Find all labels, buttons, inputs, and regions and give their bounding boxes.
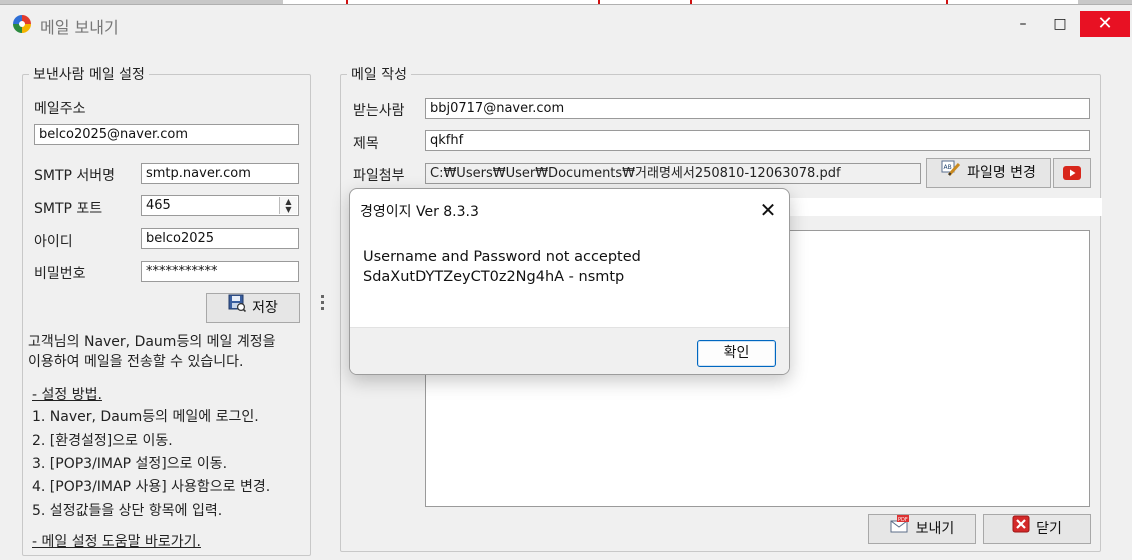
setup-method-heading: - 설정 방법.	[32, 387, 102, 403]
dialog-footer: 확인	[350, 327, 789, 374]
info-step: 4. [POP3/IMAP 사용] 사용함으로 변경.	[32, 479, 271, 495]
rename-file-button[interactable]: AB 파일명 변경	[926, 158, 1051, 188]
id-field[interactable]: belco2025	[141, 228, 299, 249]
smtp-port-value: 465	[146, 198, 171, 213]
sender-settings-legend: 보낸사람 메일 설정	[33, 67, 145, 83]
compose-legend: 메일 작성	[351, 67, 407, 83]
subject-label: 제목	[353, 136, 379, 152]
close-button[interactable]: 닫기	[983, 514, 1091, 544]
send-label: 보내기	[915, 521, 955, 537]
error-dialog: 경영이지 Ver 8.3.3 ✕ Username and Password n…	[349, 188, 790, 375]
dialog-message: Username and Password not accepted SdaXu…	[363, 247, 641, 287]
window-close-button[interactable]: ✕	[1080, 11, 1130, 37]
save-disk-icon	[228, 294, 247, 322]
pdf-mail-icon: PDF	[890, 515, 910, 543]
id-label: 아이디	[34, 234, 73, 250]
maximize-button[interactable]: □	[1048, 14, 1072, 34]
info-step: 5. 설정값들을 상단 항목에 입력.	[32, 503, 223, 519]
password-label: 비밀번호	[34, 266, 86, 282]
smtp-port-label: SMTP 포트	[34, 201, 103, 217]
app-logo-icon	[13, 15, 31, 33]
minimize-button[interactable]: –	[1011, 14, 1035, 34]
mail-help-link[interactable]: - 메일 설정 도움말 바로가기.	[32, 531, 201, 551]
save-label: 저장	[252, 300, 278, 316]
smtp-port-stepper[interactable]: 465 ▲ ▼	[141, 195, 299, 216]
close-red-icon	[1012, 515, 1030, 543]
window-title: 메일 보내기	[40, 18, 119, 37]
rename-file-label: 파일명 변경	[967, 165, 1036, 181]
dialog-message-line: SdaXutDYTZeyCT0z2Ng4hA - nsmtp	[363, 269, 625, 285]
attachment-list-strip	[790, 198, 1102, 216]
play-icon	[1062, 165, 1082, 185]
dialog-title: 경영이지 Ver 8.3.3	[360, 204, 479, 220]
email-label: 메일주소	[34, 101, 86, 117]
to-field[interactable]: bbj0717@naver.com	[425, 98, 1090, 119]
save-button[interactable]: 저장	[206, 293, 300, 323]
subject-field[interactable]: qkfhf	[425, 130, 1090, 151]
preview-button[interactable]	[1053, 158, 1091, 188]
info-step: 1. Naver, Daum등의 메일에 로그인.	[32, 409, 259, 425]
to-label: 받는사람	[353, 103, 405, 119]
mail-send-window: 메일 보내기 – □ ✕ 보낸사람 메일 설정 메일주소 belco2025@n…	[0, 4, 1132, 560]
dialog-close-button[interactable]: ✕	[756, 198, 780, 222]
svg-text:AB: AB	[944, 164, 952, 171]
dialog-message-line: Username and Password not accepted	[363, 249, 641, 265]
info-line: 이용하여 메일을 전송할 수 있습니다.	[28, 354, 244, 370]
smtp-server-label: SMTP 서버명	[34, 168, 116, 184]
ok-button[interactable]: 확인	[697, 340, 776, 367]
attach-path-field: C:₩Users₩User₩Documents₩거래명세서250810-1206…	[425, 163, 921, 184]
attach-label: 파일첨부	[353, 168, 405, 184]
smtp-server-field[interactable]: smtp.naver.com	[141, 163, 299, 184]
password-field[interactable]: ***********	[141, 261, 299, 282]
rename-icon: AB	[941, 159, 961, 187]
info-step: 3. [POP3/IMAP 설정]으로 이동.	[32, 456, 228, 472]
info-step: 2. [환경설정]으로 이동.	[32, 433, 173, 449]
port-spin-icon[interactable]: ▲ ▼	[279, 197, 297, 214]
svg-text:PDF: PDF	[898, 517, 908, 523]
info-line: 고객님의 Naver, Daum등의 메일 계정을	[28, 334, 276, 350]
send-button[interactable]: PDF 보내기	[868, 514, 976, 544]
splitter-handle[interactable]	[321, 295, 325, 315]
sender-email-field[interactable]: belco2025@naver.com	[34, 124, 299, 145]
title-bar: 메일 보내기 – □ ✕	[0, 5, 1132, 43]
close-label: 닫기	[1036, 521, 1062, 537]
